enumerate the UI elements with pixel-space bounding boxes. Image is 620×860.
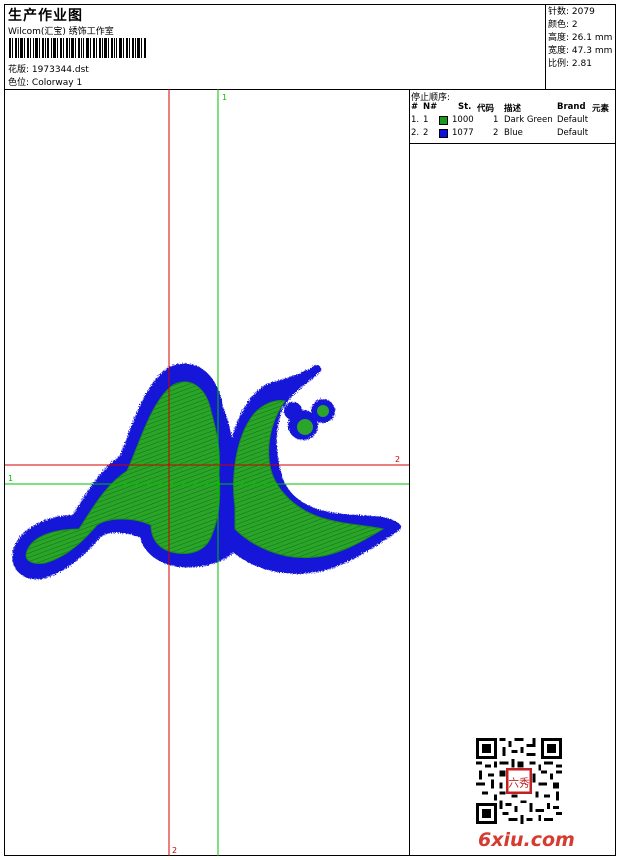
qr-code: 六秀 xyxy=(476,738,562,824)
stat-width: 宽度: 47.3 mm xyxy=(548,46,613,56)
col-needle: N# xyxy=(423,102,438,112)
col-desc: 描述 xyxy=(504,104,522,114)
svg-text:六秀: 六秀 xyxy=(508,776,530,789)
file-name: 花版: 1973344.dst xyxy=(8,62,89,75)
stop-sequence-table: # N# St. 代码 描述 Brand 元素 1. 1 1000 1 Dark… xyxy=(409,101,615,140)
stat-height: 高度: 26.1 mm xyxy=(548,33,613,43)
col-brand: Brand xyxy=(557,102,586,112)
software-name: Wilcom(汇宝) 绣饰工作室 xyxy=(8,27,114,37)
design-stats: 针数: 2079 颜色: 2 高度: 26.1 mm 宽度: 47.3 mm 比… xyxy=(548,6,612,71)
guide-label-h-red: 2 xyxy=(395,455,400,464)
col-element: 元素 xyxy=(592,104,610,114)
table-row: 2. 2 1077 2 Blue Default xyxy=(409,127,615,140)
colorway: 色位: Colorway 1 xyxy=(8,75,82,88)
guide-label-h-green: 1 xyxy=(8,474,13,483)
table-row: 1. 1 1000 1 Dark Green Default xyxy=(409,114,615,127)
barcode xyxy=(9,38,146,58)
table-divider xyxy=(409,143,615,144)
col-index: # xyxy=(411,102,419,112)
embroidery-preview: 1 1 2 2 xyxy=(5,89,409,856)
table-header: # N# St. 代码 描述 Brand 元素 xyxy=(409,101,615,114)
file-value: 1973344.dst xyxy=(31,65,89,75)
col-code: 代码 xyxy=(477,104,495,114)
guide-label-v-red: 2 xyxy=(172,846,177,855)
color-swatch xyxy=(439,129,448,141)
colorway-label: 色位: xyxy=(8,78,30,88)
guide-label-v-green: 1 xyxy=(222,93,227,102)
site-logo: 6xiu.com xyxy=(478,829,575,851)
header-info: 生产作业图 Wilcom(汇宝) 绣饰工作室 花版: 1973344.dst 色… xyxy=(5,5,546,89)
colorway-value: Colorway 1 xyxy=(31,78,83,88)
stat-colors: 颜色: 2 xyxy=(548,20,578,30)
page-title: 生产作业图 xyxy=(8,8,83,24)
file-label: 花版: xyxy=(8,65,30,75)
stat-ratio: 比例: 2.81 xyxy=(548,59,592,69)
seal-icon: 六秀 xyxy=(505,767,533,795)
stat-stitches: 针数: 2079 xyxy=(548,7,595,17)
production-sheet: 生产作业图 Wilcom(汇宝) 绣饰工作室 花版: 1973344.dst 色… xyxy=(4,4,616,856)
design-canvas: 1 1 2 2 xyxy=(5,89,410,856)
col-stitches: St. xyxy=(458,102,472,112)
header: 生产作业图 Wilcom(汇宝) 绣饰工作室 花版: 1973344.dst 色… xyxy=(5,5,615,90)
